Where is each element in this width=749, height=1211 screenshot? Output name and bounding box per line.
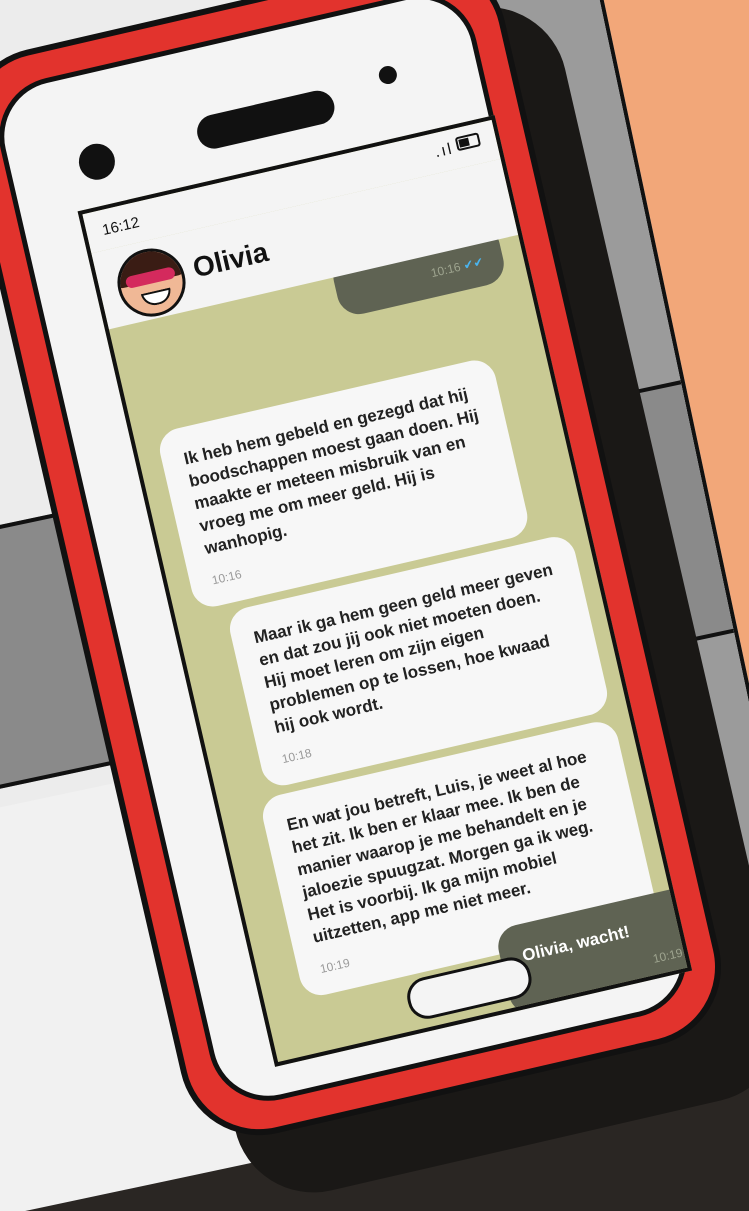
status-icons: .ıl bbox=[433, 132, 483, 162]
message-meta: 10:16 ✔✔ bbox=[429, 251, 486, 285]
message-time: 10:16 bbox=[429, 259, 462, 281]
signal-icon: .ıl bbox=[433, 140, 456, 162]
message-time: 10:19 bbox=[651, 945, 684, 966]
scene: Geacht Hierbij u hebt docume Don Jo Kun … bbox=[0, 0, 749, 1211]
read-check-icon: ✔✔ bbox=[462, 254, 485, 273]
speaker-grille bbox=[193, 87, 338, 152]
battery-icon bbox=[454, 132, 482, 152]
sent-check-icon: ✔ bbox=[684, 942, 693, 959]
camera-icon bbox=[75, 140, 119, 184]
avatar[interactable] bbox=[110, 241, 193, 324]
status-time: 16:12 bbox=[100, 213, 142, 239]
sensor-dot bbox=[377, 64, 399, 86]
contact-name[interactable]: Olivia bbox=[190, 236, 272, 284]
